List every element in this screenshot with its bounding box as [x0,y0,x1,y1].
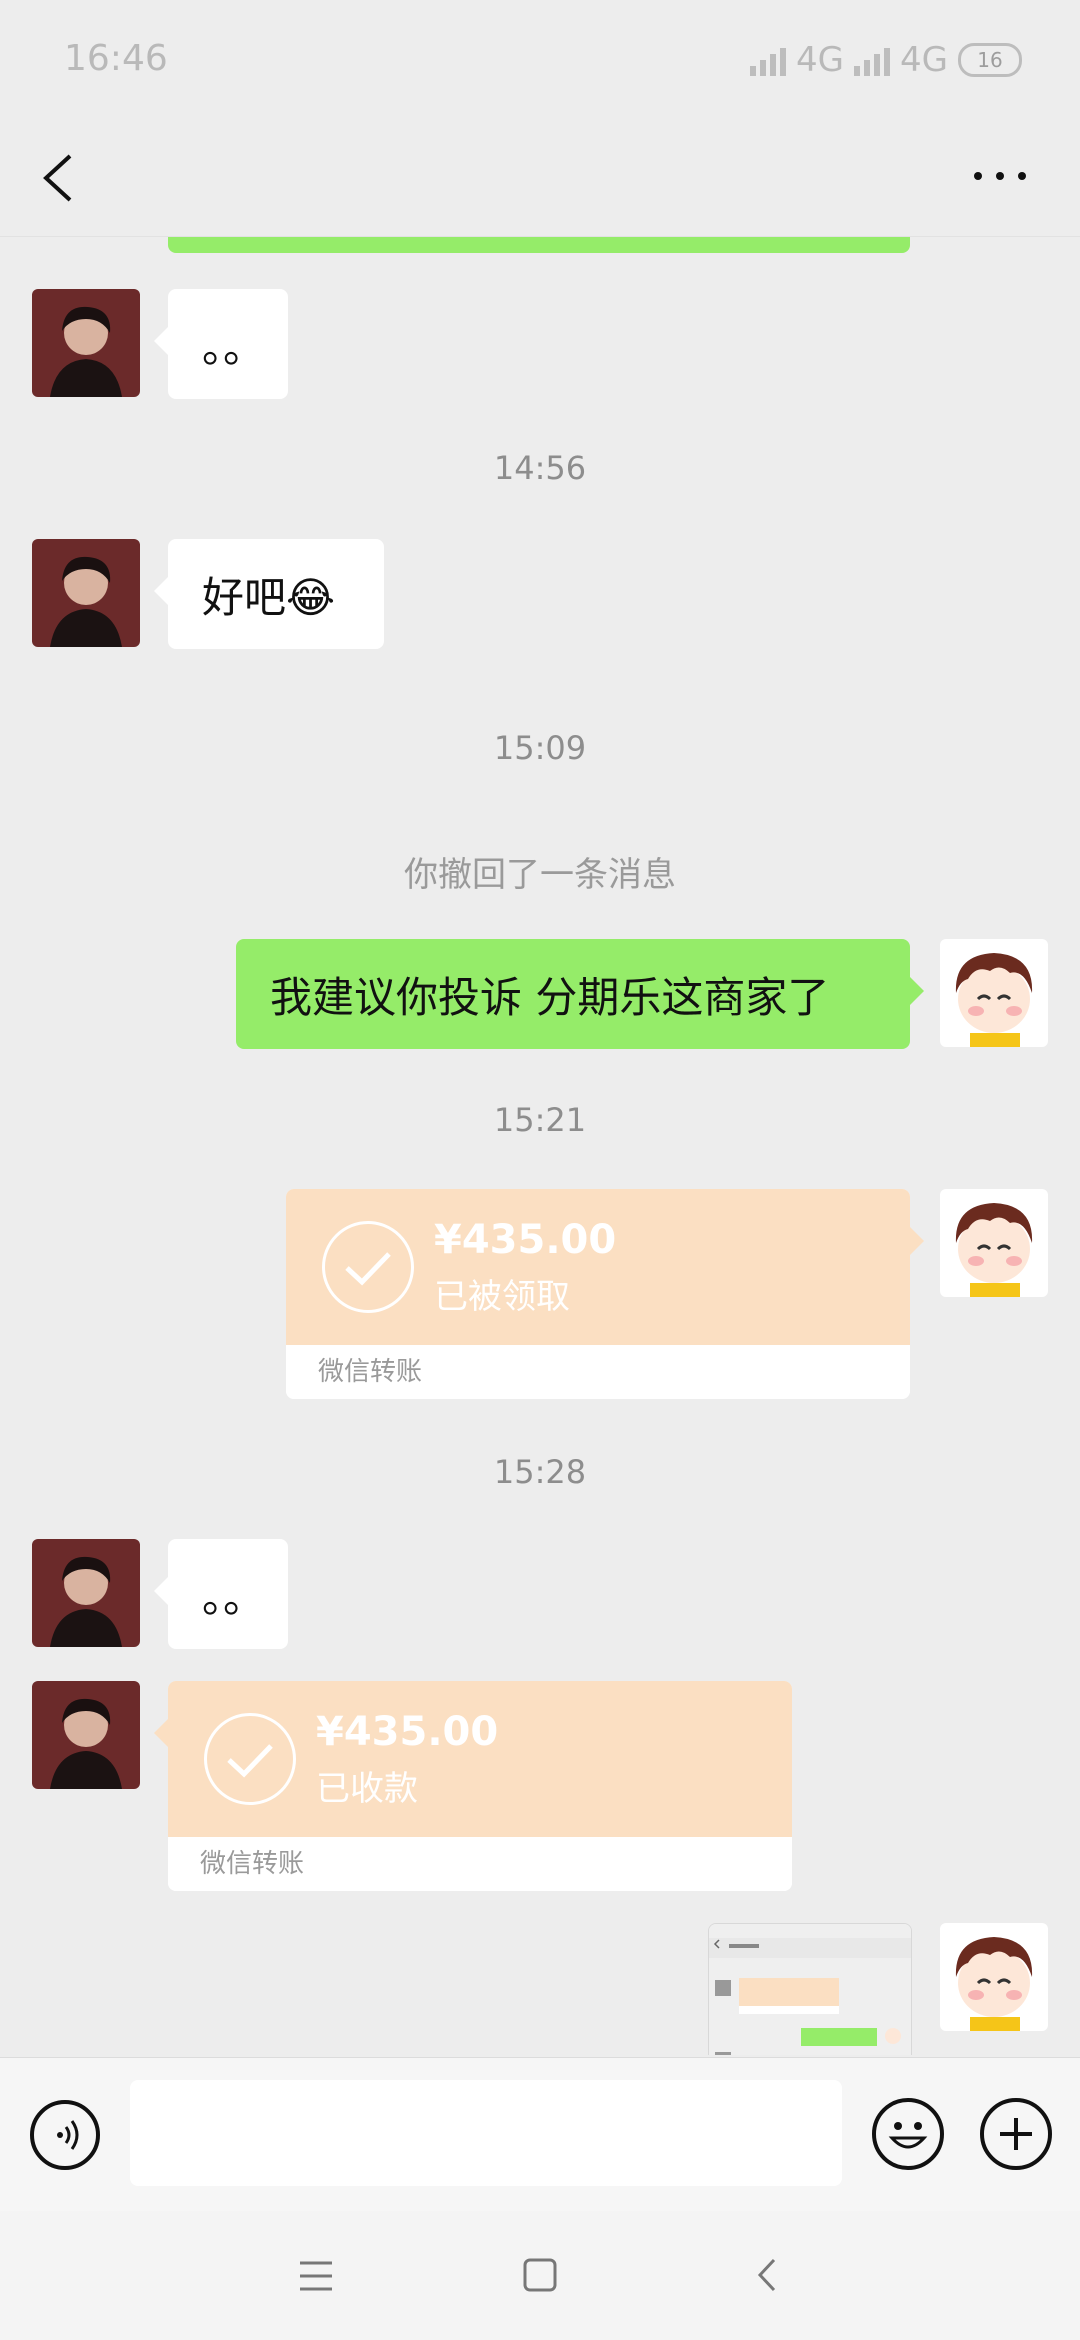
message-text: 我建议你投诉 分期乐这商家了 [270,972,830,1022]
transfer-label: 微信转账 [286,1345,910,1399]
transfer-card[interactable]: ¥435.00 已收款 微信转账 [154,1681,792,1891]
message-text: 好吧😂 [202,572,336,622]
timestamp: 15:09 [493,729,587,767]
chat-header [0,120,1080,237]
status-time: 16:46 [64,38,168,79]
incoming-message[interactable]: 好吧😂 [154,539,384,649]
timestamp: 15:21 [493,1101,587,1139]
battery-icon: 16 [958,43,1022,77]
transfer-status: 已收款 [316,1769,418,1809]
outgoing-bubble-partial [168,237,910,253]
check-circle-icon [322,1221,414,1313]
message-text: 。。 [202,1572,266,1622]
bubble-tail [910,1227,924,1255]
my-avatar[interactable] [940,1923,1048,2031]
bubble-tail [154,1719,168,1747]
signal-icon-2 [854,44,891,76]
network-label-2: 4G [900,40,948,80]
outgoing-message[interactable]: 我建议你投诉 分期乐这商家了 [236,939,924,1049]
contact-avatar[interactable] [32,1681,140,1789]
transfer-label: 微信转账 [168,1837,792,1891]
status-bar: 16:46 4G 4G 16 [0,0,1080,120]
check-circle-icon [204,1713,296,1805]
plus-icon[interactable] [980,2098,1052,2170]
contact-avatar[interactable] [32,1539,140,1647]
message-text: 。。 [202,322,266,372]
emoji-icon[interactable] [872,2098,944,2170]
back-nav-icon[interactable] [754,2257,780,2293]
status-indicators: 4G 4G 16 [750,40,1022,80]
signal-icon [750,44,787,76]
menu-icon[interactable] [298,2259,334,2293]
incoming-message[interactable]: 。。 [154,289,288,399]
message-input[interactable] [130,2080,842,2186]
home-icon[interactable] [522,2257,558,2293]
voice-icon[interactable] [30,2100,100,2170]
timestamp: 14:56 [493,449,587,487]
message-list[interactable]: 。。 14:56 好吧😂 15:09 你撤回了一条消息 我建议你投诉 分期乐这商… [0,237,1080,2055]
my-avatar[interactable] [940,1189,1048,1297]
transfer-status: 已被领取 [434,1277,570,1317]
chevron-left-icon[interactable] [34,148,84,208]
incoming-message[interactable]: 。。 [154,1539,288,1649]
contact-avatar[interactable] [32,289,140,397]
transfer-card[interactable]: ¥435.00 已被领取 微信转账 [286,1189,924,1399]
contact-avatar[interactable] [32,539,140,647]
my-avatar[interactable] [940,939,1048,1047]
transfer-amount: ¥435.00 [434,1217,617,1263]
image-message-thumbnail[interactable] [708,1923,912,2055]
timestamp: 15:28 [493,1453,587,1491]
transfer-amount: ¥435.00 [316,1709,499,1755]
system-nav-bar [0,2211,1080,2340]
network-label-1: 4G [796,40,845,80]
more-dots-icon[interactable] [970,166,1030,186]
recall-notice: 你撤回了一条消息 [404,855,676,895]
input-bar [0,2057,1080,2212]
